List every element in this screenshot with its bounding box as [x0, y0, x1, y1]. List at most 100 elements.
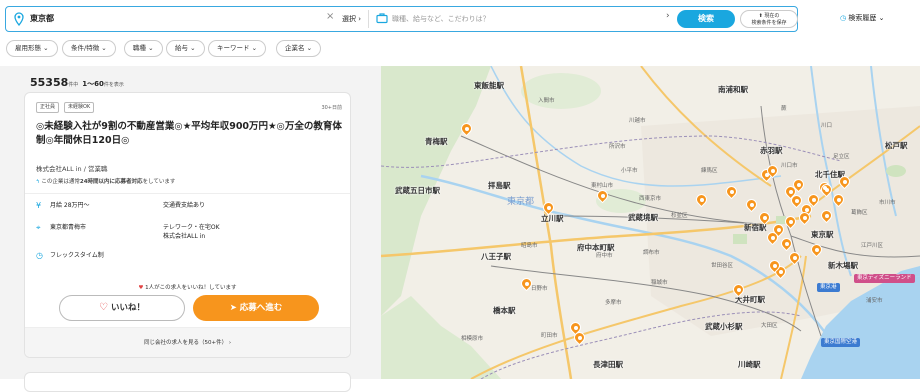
clock-icon: ◷ [36, 251, 43, 260]
response-suffix: をしています [142, 179, 176, 185]
area-label: 入間市 [538, 98, 555, 104]
history-label: 検索履歴 [848, 14, 877, 22]
job-pin[interactable] [778, 235, 795, 252]
results-panel: 55358件中 1〜60件を表示 正社員 未経験OK 30+日前 ◎未経験入社が9… [0, 66, 381, 392]
area-label: 蕨 [781, 106, 787, 112]
top-bar: 東京都 × 選択 › › 検索 ⬆ 現在の 検索条件を保存 ◷ 検索履歴 ⌄ [0, 0, 920, 38]
area-label: 足立区 [833, 154, 850, 160]
location-pin-icon: ⌖ [36, 223, 41, 232]
job-pin[interactable] [571, 329, 588, 346]
job-title[interactable]: ◎未経験入社が9割の不動産営業◎★平均年収900万円★◎万全の教育体制◎年間休日… [36, 120, 346, 148]
range-unit: 件を表示 [103, 82, 124, 88]
poi-disney[interactable]: 東京ディズニーランド [854, 274, 915, 283]
send-icon: ➤ [229, 303, 237, 313]
location-value[interactable]: 東京都 [30, 13, 54, 24]
prefecture-label: 東京都 [507, 197, 535, 207]
select-location-button[interactable]: 選択 › [342, 14, 361, 24]
job-pin[interactable] [790, 176, 807, 193]
job-pin[interactable] [518, 275, 535, 292]
clear-location-icon[interactable]: × [326, 11, 334, 22]
station-label: 拝島駅 [488, 181, 511, 190]
job-pin[interactable] [808, 241, 825, 258]
job-card-next[interactable] [24, 372, 351, 392]
same-company-link[interactable]: 同じ会社の求人を見る（50+件） › [25, 327, 350, 357]
area-label: 東村山市 [591, 183, 614, 189]
area-label: 川口市 [781, 163, 798, 169]
save-search-button[interactable]: ⬆ 現在の 検索条件を保存 [740, 10, 798, 28]
job-card[interactable]: 正社員 未経験OK 30+日前 ◎未経験入社が9割の不動産営業◎★平均年収900… [24, 92, 351, 358]
filter-employment-type[interactable]: 雇用形態 ⌄ [6, 40, 58, 57]
like-button[interactable]: ♡ いいね！ [59, 295, 185, 321]
job-pin[interactable] [756, 209, 773, 226]
job-pin[interactable] [836, 173, 853, 190]
area-label: 浦安市 [866, 298, 883, 304]
job-pin[interactable] [743, 196, 760, 213]
area-label: 葛飾区 [851, 210, 868, 216]
search-history-button[interactable]: ◷ 検索履歴 ⌄ [840, 13, 884, 23]
area-label: 市川市 [879, 200, 896, 206]
station-label: 新木場駅 [828, 261, 858, 270]
station-label: 東飯能駅 [474, 81, 504, 90]
job-pin[interactable] [594, 187, 611, 204]
area-label: 稲城市 [651, 280, 668, 286]
poi-airport[interactable]: 東京国際空港 [821, 338, 861, 347]
area-label: 多摩市 [605, 300, 622, 306]
station-label: 青梅駅 [425, 137, 448, 146]
job-pin[interactable] [540, 199, 557, 216]
job-pin[interactable] [693, 191, 710, 208]
job-pin[interactable] [796, 209, 813, 226]
job-pin[interactable] [782, 213, 799, 230]
response-prefix: この企業は通常 [41, 179, 80, 185]
job-pin[interactable] [805, 191, 822, 208]
station-label: 赤羽駅 [760, 146, 783, 155]
work-location: 東京都青梅市 [50, 224, 87, 231]
filter-keyword[interactable]: キーワード ⌄ [208, 40, 267, 57]
filter-company[interactable]: 企業名 ⌄ [276, 40, 322, 57]
job-pin[interactable] [764, 229, 781, 246]
tag-employment: 正社員 [36, 102, 60, 113]
likes-text: 1人がこの求人をいいね！しています [145, 285, 237, 291]
lightning-icon: ϟ [36, 179, 40, 185]
shift: フレックスタイム制 [50, 252, 104, 259]
search-button[interactable]: 検索 [677, 10, 735, 28]
station-label: 橋本駅 [493, 306, 516, 315]
filter-job-type[interactable]: 職種 ⌄ [124, 40, 163, 57]
filter-conditions[interactable]: 条件/特徴 ⌄ [62, 40, 116, 57]
job-pin[interactable] [764, 162, 781, 179]
area-label: 所沢市 [609, 144, 626, 150]
select-label: 選択 [342, 15, 356, 23]
results-count: 55358件中 1〜60件を表示 [30, 76, 124, 89]
area-label: 昭島市 [521, 243, 538, 249]
likes-note: ♥ 1人がこの求人をいいね！しています [25, 283, 350, 291]
company-short: 株式会社ALL in [163, 233, 206, 240]
station-label: 武蔵境駅 [628, 213, 658, 222]
yen-icon: ¥ [36, 201, 42, 210]
response-bold: 24時間以内に応募者対応 [79, 179, 143, 185]
search-box: 東京都 × 選択 › › 検索 ⬆ 現在の 検索条件を保存 [5, 6, 798, 32]
transport: 交通費支給あり [163, 202, 206, 209]
job-pin[interactable] [786, 249, 803, 266]
map[interactable]: 東京都 入間市 所沢市 川口市 東村山市 昭島市 日野市 多摩市 町田市 稲城市… [381, 66, 920, 379]
area-label: 相模原市 [461, 336, 484, 342]
area-label: 世田谷区 [711, 263, 734, 269]
station-label: 東京駅 [811, 230, 834, 239]
station-label: 松戸駅 [885, 141, 908, 150]
job-pin[interactable] [458, 120, 475, 137]
job-pin[interactable] [723, 183, 740, 200]
job-pin[interactable] [730, 281, 747, 298]
area-label: 日野市 [531, 286, 548, 292]
posted-date: 30+日前 [321, 105, 342, 111]
station-label: 長津田駅 [593, 360, 623, 369]
job-pin[interactable] [830, 191, 847, 208]
heart-icon: ♥ [138, 285, 144, 291]
area-label: 町田市 [541, 333, 558, 339]
range-text: 1〜60 [82, 80, 104, 88]
station-label: 南浦和駅 [718, 85, 748, 94]
like-label: いいね！ [110, 303, 145, 313]
job-pin[interactable] [818, 207, 835, 224]
keyword-input[interactable] [392, 11, 662, 27]
poi-port[interactable]: 東京港 [817, 283, 840, 292]
filter-salary[interactable]: 給与 ⌄ [166, 40, 205, 57]
area-label: 川越市 [629, 118, 646, 124]
apply-button[interactable]: ➤ 応募へ進む [193, 295, 319, 321]
